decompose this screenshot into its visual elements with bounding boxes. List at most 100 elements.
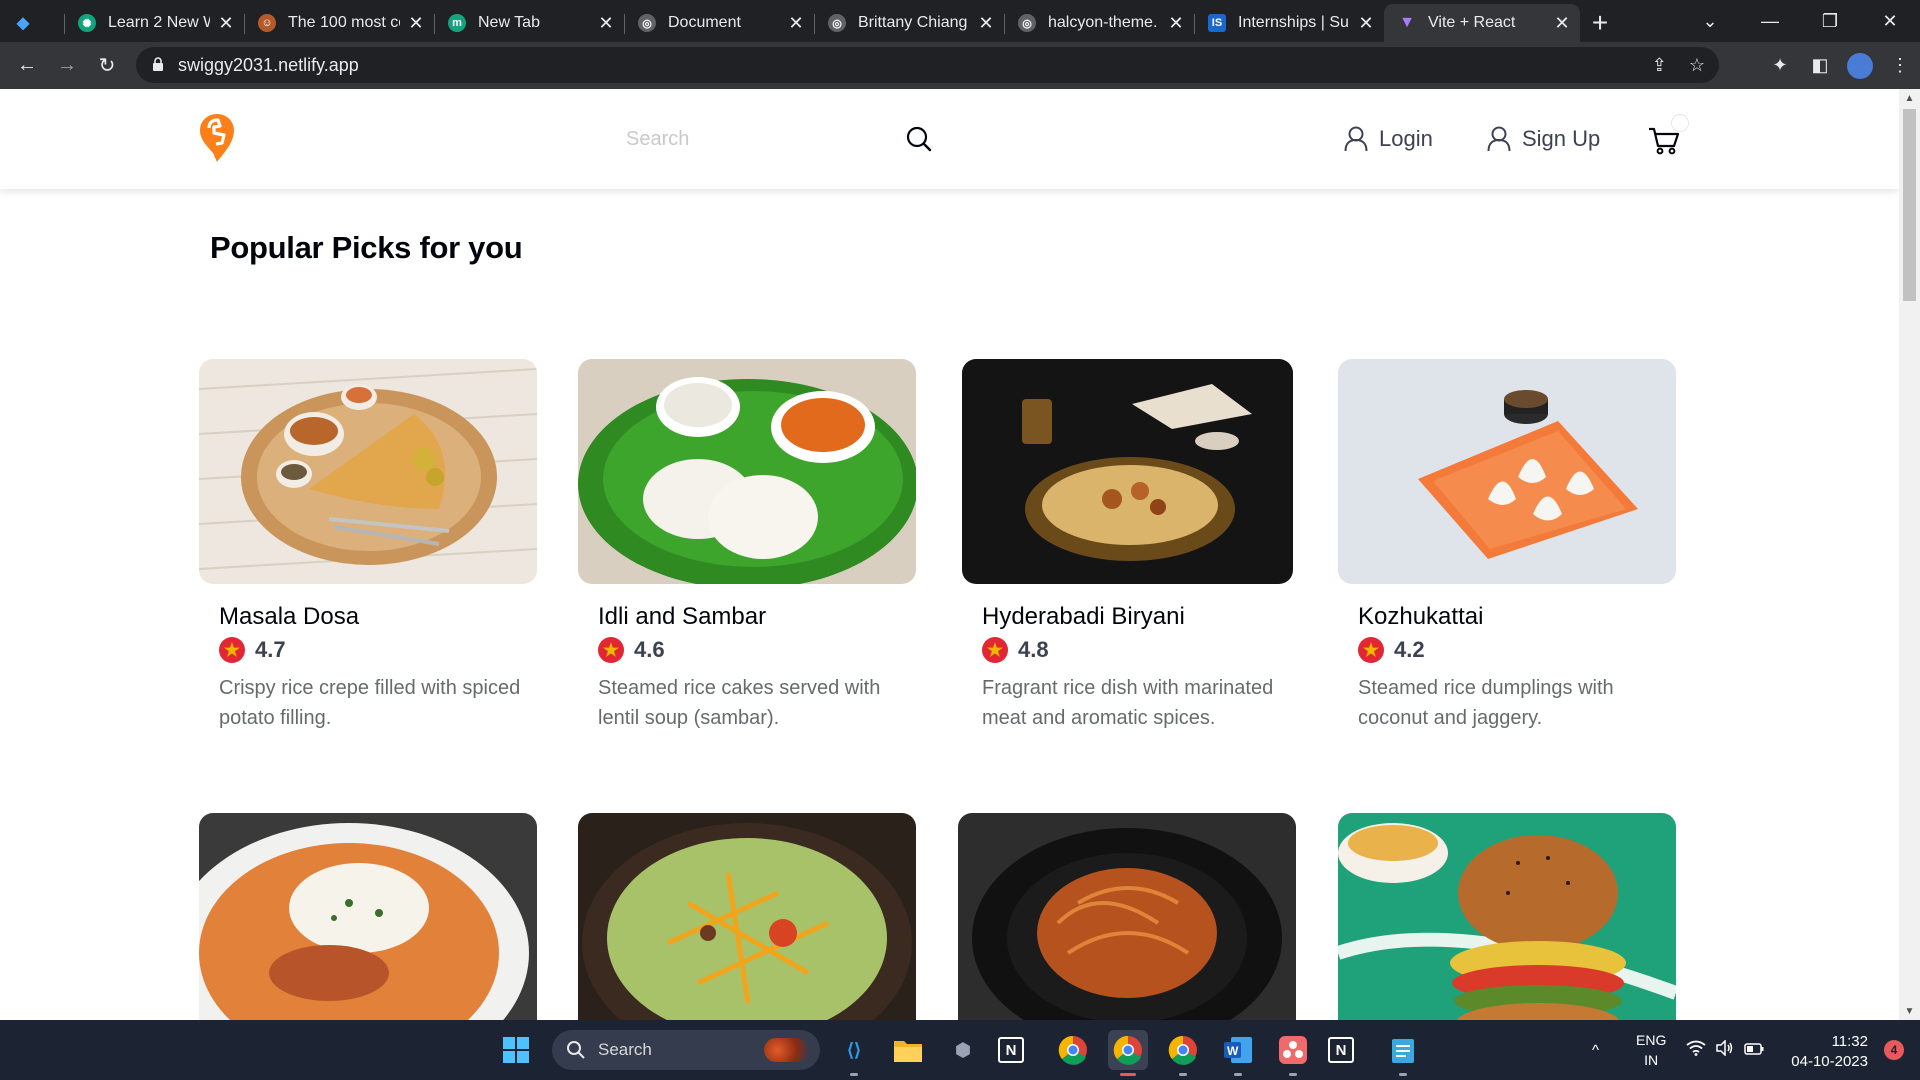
- globe-icon: ◎: [638, 14, 656, 32]
- food-rating: ★ 4.2: [1338, 637, 1676, 663]
- tab-title: Document: [668, 14, 741, 31]
- browser-tab[interactable]: ◎ Document ✕: [624, 4, 814, 42]
- food-card[interactable]: [1338, 813, 1676, 1020]
- food-image-burger: [1338, 813, 1676, 1020]
- scroll-up-icon[interactable]: ▲: [1899, 89, 1920, 107]
- menu-kebab-icon[interactable]: ⋮: [1880, 46, 1920, 86]
- browser-tab[interactable]: ◎ halcyon-theme. ✕: [1004, 4, 1194, 42]
- word-icon[interactable]: W: [1218, 1030, 1258, 1076]
- close-tab-icon[interactable]: ✕: [978, 13, 994, 34]
- star-icon: ★: [982, 637, 1008, 663]
- notion-icon[interactable]: N: [998, 1037, 1024, 1063]
- vscode-icon[interactable]: ⟨⟩: [834, 1030, 874, 1076]
- browser-tab[interactable]: ◆: [0, 4, 64, 42]
- wifi-icon[interactable]: [1686, 1040, 1706, 1060]
- browser-tab-active[interactable]: ▼ Vite + React ✕: [1384, 4, 1580, 42]
- reload-icon[interactable]: ↻: [87, 46, 127, 86]
- food-rating: ★ 4.8: [962, 637, 1293, 663]
- profile-avatar[interactable]: [1847, 52, 1873, 79]
- notepad-icon[interactable]: [1383, 1030, 1423, 1076]
- tab-title: Vite + React: [1428, 14, 1516, 31]
- language-indicator[interactable]: ENG IN: [1636, 1020, 1666, 1080]
- food-image-taco-salad: [578, 813, 916, 1020]
- search-input[interactable]: [614, 119, 894, 159]
- food-card[interactable]: Idli and Sambar ★ 4.6 Steamed rice cakes…: [578, 359, 916, 733]
- browser-tab[interactable]: IS Internships | Su ✕: [1194, 4, 1384, 42]
- login-button[interactable]: Login: [1344, 123, 1433, 155]
- app-hexagon-icon[interactable]: ⬢: [943, 1030, 983, 1070]
- minimize-icon[interactable]: —: [1740, 0, 1800, 42]
- tray-overflow-icon[interactable]: ^: [1592, 1020, 1599, 1080]
- address-bar[interactable]: swiggy2031.netlify.app ⇪ ☆: [136, 47, 1719, 83]
- taskbar-search[interactable]: Search: [552, 1030, 820, 1070]
- star-icon: ★: [1358, 637, 1384, 663]
- food-name: Hyderabadi Biryani: [982, 603, 1185, 630]
- search-icon[interactable]: [905, 125, 933, 153]
- lock-icon: [153, 57, 163, 71]
- food-name: Idli and Sambar: [598, 603, 767, 630]
- browser-toolbar: ← → ↻ swiggy2031.netlify.app ⇪ ☆ ✦ ◧ ⋮: [0, 42, 1920, 89]
- close-tab-icon[interactable]: ✕: [1168, 13, 1184, 34]
- food-rating: ★ 4.6: [578, 637, 916, 663]
- rating-value: 4.7: [255, 637, 286, 662]
- browser-tab-strip: ◆ ✺ Learn 2 New Wo ✕ ☺ The 100 most co ✕…: [0, 0, 1920, 42]
- bookmark-star-icon[interactable]: ☆: [1689, 55, 1705, 76]
- close-tab-icon[interactable]: ✕: [1554, 13, 1570, 34]
- file-explorer-icon[interactable]: [888, 1030, 928, 1070]
- swiggy-logo-icon[interactable]: [199, 113, 235, 163]
- browser-tab[interactable]: ✺ Learn 2 New Wo ✕: [64, 4, 244, 42]
- food-card[interactable]: [578, 813, 916, 1020]
- battery-icon[interactable]: [1744, 1042, 1764, 1059]
- food-card[interactable]: [199, 813, 537, 1020]
- rating-value: 4.2: [1394, 637, 1425, 662]
- login-label: Login: [1379, 126, 1433, 151]
- system-clock[interactable]: 11:32 04-10-2023: [1791, 1032, 1868, 1072]
- food-description: Crispy rice crepe filled with spiced pot…: [219, 677, 521, 729]
- chatgpt-icon: ✺: [78, 14, 96, 32]
- section-title: Popular Picks for you: [210, 230, 523, 265]
- app-dots-icon[interactable]: [1273, 1030, 1313, 1076]
- signup-button[interactable]: Sign Up: [1487, 123, 1600, 155]
- forward-icon[interactable]: →: [47, 46, 87, 86]
- close-tab-icon[interactable]: ✕: [408, 13, 424, 34]
- food-card[interactable]: Kozhukattai ★ 4.2 Steamed rice dumplings…: [1338, 359, 1676, 733]
- user-icon: [1487, 126, 1511, 152]
- chrome-profile-icon[interactable]: [1163, 1030, 1203, 1076]
- cart-count-badge: [1671, 114, 1689, 132]
- food-card[interactable]: Hyderabadi Biryani ★ 4.8 Fragrant rice d…: [962, 359, 1293, 733]
- globe-icon: ◎: [1018, 14, 1036, 32]
- chrome-icon[interactable]: [1053, 1030, 1093, 1070]
- windows-start-icon[interactable]: [496, 1030, 536, 1070]
- star-icon: ★: [598, 637, 624, 663]
- tab-title: Brittany Chiang: [858, 14, 968, 31]
- chrome-active-icon[interactable]: [1108, 1030, 1148, 1076]
- page-scrollbar[interactable]: ▲ ▼: [1899, 89, 1920, 1020]
- side-panel-icon[interactable]: ◧: [1800, 46, 1840, 86]
- site-header: Login Sign Up: [0, 89, 1899, 189]
- tab-title: The 100 most co: [288, 14, 400, 31]
- food-card[interactable]: [958, 813, 1296, 1020]
- notification-badge[interactable]: 4: [1884, 1040, 1904, 1060]
- new-tab-button[interactable]: +: [1580, 4, 1620, 42]
- svg-text:W: W: [1227, 1044, 1239, 1058]
- close-tab-icon[interactable]: ✕: [218, 13, 234, 34]
- extensions-puzzle-icon[interactable]: ✦: [1760, 46, 1800, 86]
- notion-icon[interactable]: N: [1328, 1037, 1354, 1063]
- tab-title: New Tab: [478, 14, 540, 31]
- volume-icon[interactable]: [1716, 1039, 1734, 1060]
- close-tab-icon[interactable]: ✕: [788, 13, 804, 34]
- share-icon[interactable]: ⇪: [1652, 55, 1667, 76]
- close-window-icon[interactable]: ✕: [1860, 0, 1920, 42]
- tab-title: Internships | Su: [1238, 14, 1349, 31]
- tab-search-icon[interactable]: ⌄: [1680, 0, 1740, 42]
- browser-tab[interactable]: m New Tab ✕: [434, 4, 624, 42]
- browser-tab[interactable]: ◎ Brittany Chiang ✕: [814, 4, 1004, 42]
- close-tab-icon[interactable]: ✕: [598, 13, 614, 34]
- food-card[interactable]: Masala Dosa ★ 4.7 Crispy rice crepe fill…: [199, 359, 537, 733]
- restore-icon[interactable]: ❐: [1800, 0, 1860, 42]
- scrollbar-thumb[interactable]: [1903, 109, 1916, 301]
- close-tab-icon[interactable]: ✕: [1358, 13, 1374, 34]
- browser-tab[interactable]: ☺ The 100 most co ✕: [244, 4, 434, 42]
- back-icon[interactable]: ←: [7, 46, 47, 86]
- scroll-down-icon[interactable]: ▼: [1899, 1002, 1920, 1020]
